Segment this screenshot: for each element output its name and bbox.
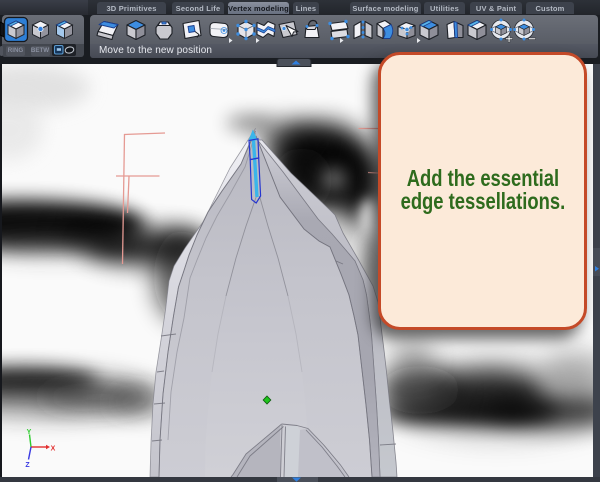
svg-text:Y: Y	[27, 429, 32, 436]
svg-text:X: X	[51, 446, 56, 453]
svg-text:+: +	[505, 31, 513, 45]
svg-text:Z: Z	[25, 462, 30, 469]
svg-text:−: −	[528, 31, 536, 45]
